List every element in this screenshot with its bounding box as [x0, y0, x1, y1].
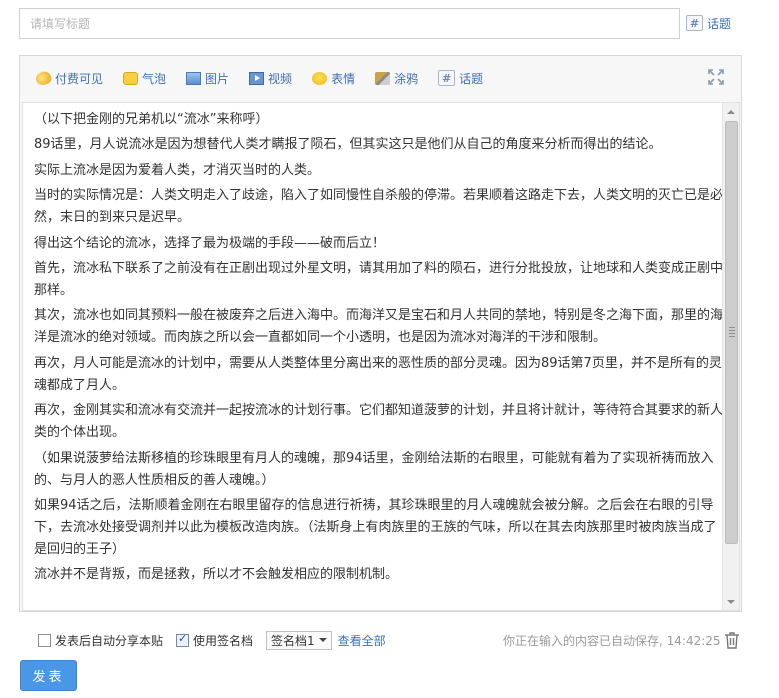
use-signature-checkbox[interactable]: 使用签名档 [176, 632, 253, 649]
content-paragraph: 如果94话之后，法斯顺着金刚在右眼里留存的信息进行祈祷，其珍珠眼里的月人魂魄就会… [34, 497, 717, 557]
scroll-thumb[interactable] [725, 121, 738, 544]
content-editor[interactable]: （以下把金刚的兄弟机以“流冰”来称呼） 89话里，月人说流冰是因为想替代人类才瞒… [22, 102, 740, 611]
content-paragraph: 流冰并不是背叛，而是拯救，所以才不会触发相应的限制机制。 [34, 567, 399, 583]
signature-select[interactable]: 签名档1 [266, 630, 332, 650]
bubble-icon [123, 71, 139, 85]
use-signature-label: 使用签名档 [193, 633, 254, 648]
tool-label: 涂鸦 [394, 71, 419, 86]
content-paragraph: 当时的实际情况是：人类文明走入了歧途，陷入了如同慢性自杀般的停滞。若果顺着这路走… [34, 188, 723, 226]
checkbox-box[interactable] [38, 633, 51, 647]
tool-label: 图片 [205, 71, 230, 86]
tool-paid-visible[interactable]: 付费可见 [33, 68, 104, 88]
tool-label: 视频 [268, 71, 293, 86]
hash-icon: # [438, 70, 456, 86]
checkbox-box[interactable] [176, 632, 190, 647]
editor-box: 付费可见 气泡 图片 视频 表情 涂鸦 # 话题 （以下把金刚的兄弟机以“流冰”… [19, 55, 742, 612]
tool-label: 气泡 [142, 71, 167, 86]
trash-icon[interactable] [724, 631, 740, 649]
hash-icon: # [686, 15, 703, 31]
auto-share-checkbox[interactable]: 发表后自动分享本贴 [38, 632, 163, 649]
auto-share-label: 发表后自动分享本贴 [55, 633, 164, 648]
video-icon [249, 71, 265, 85]
image-icon [186, 71, 202, 85]
tool-doodle[interactable]: 涂鸦 [375, 70, 418, 87]
content-paragraph: 89话里，月人说流冰是因为想替代人类才瞒报了陨石，但其实这只是他们从自己的角度来… [34, 137, 662, 153]
content-text: （以下把金刚的兄弟机以“流冰”来称呼） 89话里，月人说流冰是因为想替代人类才瞒… [23, 103, 723, 590]
scroll-up-arrow-icon[interactable] [723, 103, 739, 120]
view-all-link[interactable]: 查看全部 [338, 632, 386, 649]
autosave-status: 你正在输入的内容已自动保存, 14:42:25 [503, 634, 721, 648]
content-paragraph: 实际上流冰是因为爱着人类，才消灭当时的人类。 [34, 162, 321, 178]
editor-toolbar: 付费可见 气泡 图片 视频 表情 涂鸦 # 话题 [20, 56, 741, 100]
content-paragraph: 首先，流冰私下联系了之前没有在正剧出现过外星文明，请其用加了料的陨石，进行分批投… [34, 260, 723, 298]
content-paragraph: 再次，月人可能是流冰的计划中，需要从人类整体里分离出来的恶性质的部分灵魂。因为8… [34, 355, 722, 393]
tool-video[interactable]: 视频 [249, 70, 292, 87]
tool-emoji[interactable]: 表情 [312, 70, 355, 87]
tool-image[interactable]: 图片 [186, 70, 229, 87]
emoji-icon [312, 71, 328, 85]
tool-bubble[interactable]: 气泡 [123, 70, 166, 87]
tool-label: 表情 [331, 71, 356, 86]
publish-button[interactable]: 发表 [20, 660, 77, 691]
content-paragraph: 再次，金刚其实和流冰有交流并一起按流冰的计划行事。它们都知道菠萝的计划，并且将计… [34, 403, 723, 441]
brush-icon [375, 71, 391, 85]
topic-link-top[interactable]: # 话题 [686, 14, 731, 32]
signature-selected: 签名档1 [271, 633, 315, 648]
bottom-options: 发表后自动分享本贴 使用签名档 签名档1 查看全部 [38, 630, 386, 650]
vertical-scrollbar[interactable] [722, 103, 739, 610]
content-paragraph: 得出这个结论的流冰，选择了最为极端的手段——破而后立！ [34, 235, 386, 251]
content-paragraph: 其次，流冰也如同其预料一般在被废弃之后进入海中。而海洋又是宝石和月人共同的禁地，… [34, 308, 723, 346]
content-paragraph: （以下把金刚的兄弟机以“流冰”来称呼） [34, 112, 269, 127]
title-input[interactable] [19, 8, 680, 39]
content-paragraph: （如果说菠萝给法斯移植的珍珠眼里有月人的魂魄，那94话里，金刚给法斯的右眼里，可… [34, 450, 714, 488]
tool-label: 话题 [459, 71, 484, 86]
tool-topic[interactable]: # 话题 [438, 70, 483, 87]
expand-icon[interactable] [707, 68, 725, 86]
topic-link-label: 话题 [707, 16, 732, 31]
tool-label: 付费可见 [55, 71, 104, 86]
scroll-down-arrow-icon[interactable] [723, 593, 739, 610]
coin-icon [33, 68, 54, 88]
chevron-down-icon [318, 638, 327, 642]
